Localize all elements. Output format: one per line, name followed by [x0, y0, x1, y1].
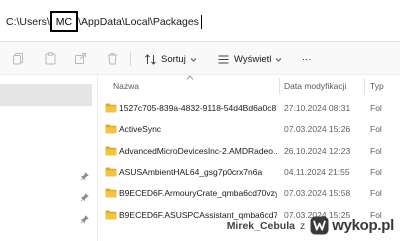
file-row[interactable]: AdvancedMicroDevicesInc-2.AMDRadeo... 26.… — [98, 140, 400, 162]
view-icon — [218, 54, 229, 64]
text-caret — [200, 14, 202, 29]
file-row[interactable]: ActiveSync 07.03.2024 15:26 Fol — [98, 118, 400, 140]
sort-icon — [145, 53, 156, 65]
path-suffix: \AppData\Local\Packages — [78, 15, 199, 28]
file-date: 04.11.2024 21:55 — [284, 166, 350, 177]
file-type: Fol — [370, 166, 382, 177]
delete-icon[interactable] — [106, 52, 119, 65]
view-button[interactable]: Wyświetl — [217, 50, 282, 68]
file-name: AdvancedMicroDevicesInc-2.AMDRadeo... — [119, 145, 277, 156]
folder-icon — [105, 103, 117, 113]
more-options-icon: ··· — [302, 53, 312, 65]
file-type: Fol — [370, 103, 382, 113]
file-row[interactable]: ASUSAmbientHAL64_gsg7p0crx7n6a 04.11.2024… — [98, 161, 400, 183]
file-date: 07.03.2024 15:26 — [284, 124, 351, 135]
watermark-site: wykop.pl — [332, 217, 394, 234]
pin-icon[interactable] — [80, 172, 89, 181]
file-name: 1527c705-839a-4832-9118-54d4Bd6a0c8... — [119, 103, 277, 113]
file-row[interactable]: 1527c705-839a-4832-9118-54d4Bd6a0c8... 27… — [98, 97, 400, 119]
wykop-logo-icon — [310, 216, 329, 235]
address-bar: C:\Users\ MC \AppData\Local\Packages — [0, 0, 400, 42]
file-name: B9ECED6F.ArmouryCrate_qmba6cd70vzyy — [119, 188, 277, 199]
folder-icon — [105, 124, 117, 134]
paste-icon[interactable] — [44, 52, 57, 65]
file-type: Fol — [370, 124, 382, 135]
sort-label: Sortuj — [161, 53, 186, 65]
command-toolbar: Sortuj Wyświetl ··· — [0, 42, 400, 75]
file-name: ASUSAmbientHAL64_gsg7p0crx7n6a — [119, 166, 263, 177]
file-row[interactable]: B9ECED6F.ArmouryCrate_qmba6cd70vzyy 07.03… — [98, 182, 400, 204]
file-type: Fol — [370, 188, 382, 199]
view-label: Wyświetl — [234, 53, 272, 65]
file-date: 07.03.2024 15:58 — [284, 188, 351, 199]
sort-button[interactable]: Sortuj — [144, 50, 197, 68]
path-prefix: C:\Users\ — [6, 15, 50, 28]
column-header-date[interactable]: Data modyfikacji — [284, 81, 346, 91]
copy-icon[interactable] — [12, 52, 25, 65]
file-type: Fol — [370, 145, 382, 156]
file-date: 27.10.2024 08:31 — [284, 103, 351, 113]
more-options-button[interactable]: ··· — [302, 50, 312, 68]
column-divider[interactable] — [364, 78, 365, 94]
folder-icon — [105, 146, 117, 156]
file-name: ActiveSync — [119, 124, 162, 135]
watermark: Mirek_Cebula z wykop.pl — [227, 216, 394, 235]
column-header-type[interactable]: Typ — [370, 81, 384, 91]
masked-username-box: MC — [49, 11, 79, 32]
toolbar-separator — [130, 52, 131, 66]
address-field[interactable]: C:\Users\ MC \AppData\Local\Packages — [6, 11, 202, 32]
nav-selected-item[interactable] — [0, 84, 92, 106]
pin-icon[interactable] — [80, 215, 89, 224]
file-date: 26.10.2024 12:23 — [284, 145, 351, 156]
column-header-name[interactable]: Nazwa — [113, 81, 139, 91]
sort-ascending-icon — [186, 75, 194, 80]
wykop-logo: wykop.pl — [310, 216, 394, 235]
column-divider[interactable] — [279, 78, 280, 94]
chevron-down-icon — [276, 57, 282, 62]
chevron-down-icon — [190, 57, 197, 62]
folder-icon — [105, 188, 117, 198]
folder-icon — [105, 210, 117, 220]
watermark-user: Mirek_Cebula — [226, 219, 295, 232]
folder-icon — [105, 167, 117, 177]
share-icon[interactable] — [74, 52, 87, 65]
navigation-pane — [0, 75, 98, 241]
pin-icon[interactable] — [80, 193, 89, 202]
watermark-z: z — [299, 219, 306, 232]
